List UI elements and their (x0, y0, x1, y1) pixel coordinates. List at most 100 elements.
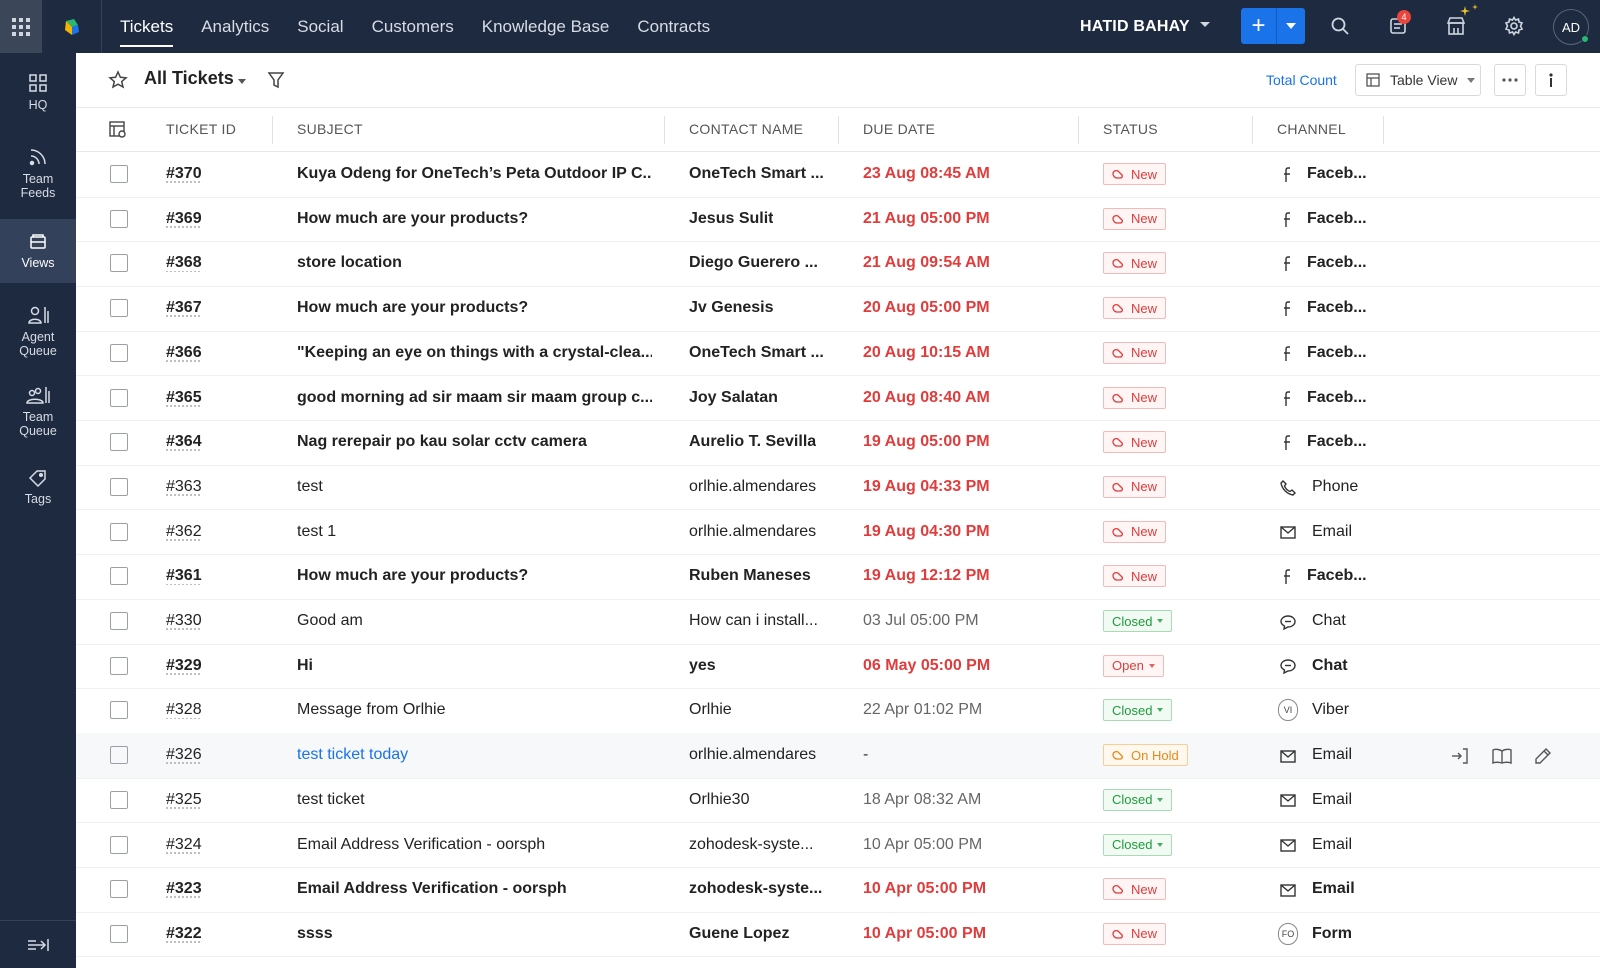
ticket-subject[interactable]: Email Address Verification - oorsph (297, 880, 567, 898)
table-row[interactable]: #366 "Keeping an eye on things with a cry… (76, 331, 1600, 377)
add-new-button[interactable]: + (1241, 8, 1305, 44)
contact-name[interactable]: orlhie.almendares (689, 523, 816, 541)
column-divider[interactable] (272, 116, 273, 144)
row-checkbox[interactable] (110, 835, 128, 854)
row-checkbox[interactable] (110, 522, 128, 541)
row-checkbox[interactable] (110, 790, 128, 809)
table-row[interactable]: #326 test ticket today orlhie.almendares - O… (76, 733, 1600, 779)
status-badge[interactable]: On Hold (1103, 744, 1188, 767)
ticket-id[interactable]: #323 (166, 880, 202, 898)
table-view-dropdown[interactable]: Table View (1355, 64, 1481, 96)
status-badge[interactable]: Open (1103, 654, 1164, 677)
info-button[interactable] (1535, 64, 1567, 96)
table-row[interactable]: #363 test orlhie.almendares 19 Aug 04:33 PM… (76, 465, 1600, 511)
status-badge[interactable]: Closed (1103, 833, 1173, 856)
ticket-subject[interactable]: How much are your products? (297, 210, 528, 228)
sidebar-item-hq[interactable]: HQ (0, 67, 76, 129)
status-badge[interactable]: New (1103, 520, 1167, 543)
contact-name[interactable]: How can i install... (689, 612, 818, 630)
ticket-id[interactable]: #367 (166, 299, 202, 317)
column-divider[interactable] (838, 116, 839, 144)
contact-name[interactable]: Guene Lopez (689, 925, 789, 943)
row-checkbox[interactable] (110, 656, 128, 675)
row-checkbox[interactable] (110, 567, 128, 586)
row-checkbox[interactable] (110, 209, 128, 228)
table-row[interactable]: #328 Message from Orlhie Orlhie 22 Apr 01:0… (76, 688, 1600, 734)
table-row[interactable]: #369 How much are your products? Jesus Sul… (76, 197, 1600, 243)
table-row[interactable]: #368 store location Diego Guerero ... 21 Au… (76, 241, 1600, 287)
column-header-due-date[interactable]: DUE DATE (863, 121, 935, 137)
table-row[interactable]: #370 Kuya Odeng for OneTech’s Peta Outdoo… (76, 152, 1600, 198)
ticket-id[interactable]: #330 (166, 612, 202, 630)
contact-name[interactable]: Joy Salatan (689, 389, 778, 407)
portal-dropdown-icon[interactable] (1200, 22, 1210, 27)
ticket-subject[interactable]: "Keeping an eye on things with a crystal… (297, 344, 652, 362)
ticket-id[interactable]: #328 (166, 701, 202, 719)
contact-name[interactable]: Aurelio T. Sevilla (689, 433, 816, 451)
total-count-link[interactable]: Total Count (1266, 72, 1337, 88)
filter-button[interactable] (267, 71, 285, 94)
more-options-button[interactable] (1494, 64, 1526, 96)
table-row[interactable]: #329 Hi yes 06 May 05:00 PM Open Chat (76, 644, 1600, 690)
column-divider[interactable] (664, 116, 665, 144)
table-row[interactable]: #330 Good am How can i install... 03 Jul 05… (76, 599, 1600, 645)
edit-action-button[interactable] (1532, 745, 1554, 767)
ticket-subject[interactable]: test (297, 478, 323, 496)
status-badge[interactable]: Closed (1103, 610, 1173, 632)
ticket-id[interactable]: #364 (166, 433, 202, 451)
user-avatar[interactable]: AD (1553, 9, 1589, 45)
column-settings-button[interactable] (109, 121, 127, 144)
row-checkbox[interactable] (110, 299, 128, 318)
collapse-sidebar-button[interactable] (0, 920, 76, 968)
status-badge[interactable]: New (1103, 297, 1167, 320)
table-row[interactable]: #362 test 1 orlhie.almendares 19 Aug 04:30 … (76, 510, 1600, 556)
table-row[interactable]: #324 Email Address Verification - oorsph z… (76, 823, 1600, 868)
ticket-id[interactable]: #325 (166, 791, 202, 809)
table-row[interactable]: #322 ssss Guene Lopez 10 Apr 05:00 PM New FO F… (76, 912, 1600, 958)
ticket-subject[interactable]: good morning ad sir maam sir maam group … (297, 389, 652, 407)
sidebar-item-team-feeds[interactable]: Team Feeds (0, 139, 76, 205)
ticket-id[interactable]: #361 (166, 567, 202, 585)
contact-name[interactable]: Orlhie (689, 701, 732, 719)
contact-name[interactable]: zohodesk-syste... (689, 836, 814, 854)
contact-name[interactable]: Jesus Sulit (689, 210, 773, 228)
ticket-subject[interactable]: Kuya Odeng for OneTech’s Peta Outdoor IP… (297, 165, 652, 183)
ticket-subject[interactable]: Email Address Verification - oorsph (297, 836, 545, 854)
ticket-id[interactable]: #365 (166, 389, 202, 407)
row-checkbox[interactable] (110, 746, 128, 765)
contact-name[interactable]: Jv Genesis (689, 299, 774, 317)
column-header-subject[interactable]: SUBJECT (297, 121, 363, 137)
contact-name[interactable]: Ruben Maneses (689, 567, 811, 585)
row-checkbox[interactable] (110, 343, 128, 362)
status-badge[interactable]: New (1103, 475, 1167, 498)
ticket-subject[interactable]: test ticket (297, 791, 365, 809)
ticket-id[interactable]: #322 (166, 925, 202, 943)
table-row[interactable]: #367 How much are your products? Jv Genesi… (76, 286, 1600, 332)
sidebar-item-team-queue[interactable]: Team Queue (0, 377, 76, 447)
ticket-id[interactable]: #329 (166, 657, 202, 675)
view-dropdown-icon[interactable] (238, 79, 246, 84)
sidebar-item-views[interactable]: Views (0, 219, 76, 283)
status-badge[interactable]: Closed (1103, 788, 1173, 811)
portal-name[interactable]: HATID BAHAY (1080, 0, 1190, 53)
tab-social[interactable]: Social (283, 0, 357, 53)
ticket-id[interactable]: #362 (166, 523, 202, 541)
contact-name[interactable]: Orlhie30 (689, 791, 749, 809)
status-badge[interactable]: New (1103, 878, 1167, 901)
contact-name[interactable]: OneTech Smart ... (689, 165, 824, 183)
table-row[interactable]: #365 good morning ad sir maam sir maam gr… (76, 376, 1600, 421)
app-launcher-button[interactable] (0, 0, 42, 53)
desk-logo[interactable] (42, 0, 102, 53)
row-checkbox[interactable] (110, 254, 128, 273)
column-header-channel[interactable]: CHANNEL (1277, 121, 1346, 137)
view-selector[interactable]: All Tickets (144, 68, 234, 89)
sidebar-item-agent-queue[interactable]: Agent Queue (0, 297, 76, 367)
table-row[interactable]: #325 test ticket Orlhie30 18 Apr 08:32 AM Cl… (76, 778, 1600, 824)
contact-name[interactable]: orlhie.almendares (689, 478, 816, 496)
ticket-id[interactable]: #366 (166, 344, 202, 362)
status-badge[interactable]: New (1103, 341, 1167, 364)
contact-name[interactable]: orlhie.almendares (689, 746, 816, 764)
ticket-subject[interactable]: store location (297, 254, 402, 272)
ticket-id[interactable]: #324 (166, 836, 202, 854)
ticket-subject[interactable]: test ticket today (297, 746, 408, 764)
